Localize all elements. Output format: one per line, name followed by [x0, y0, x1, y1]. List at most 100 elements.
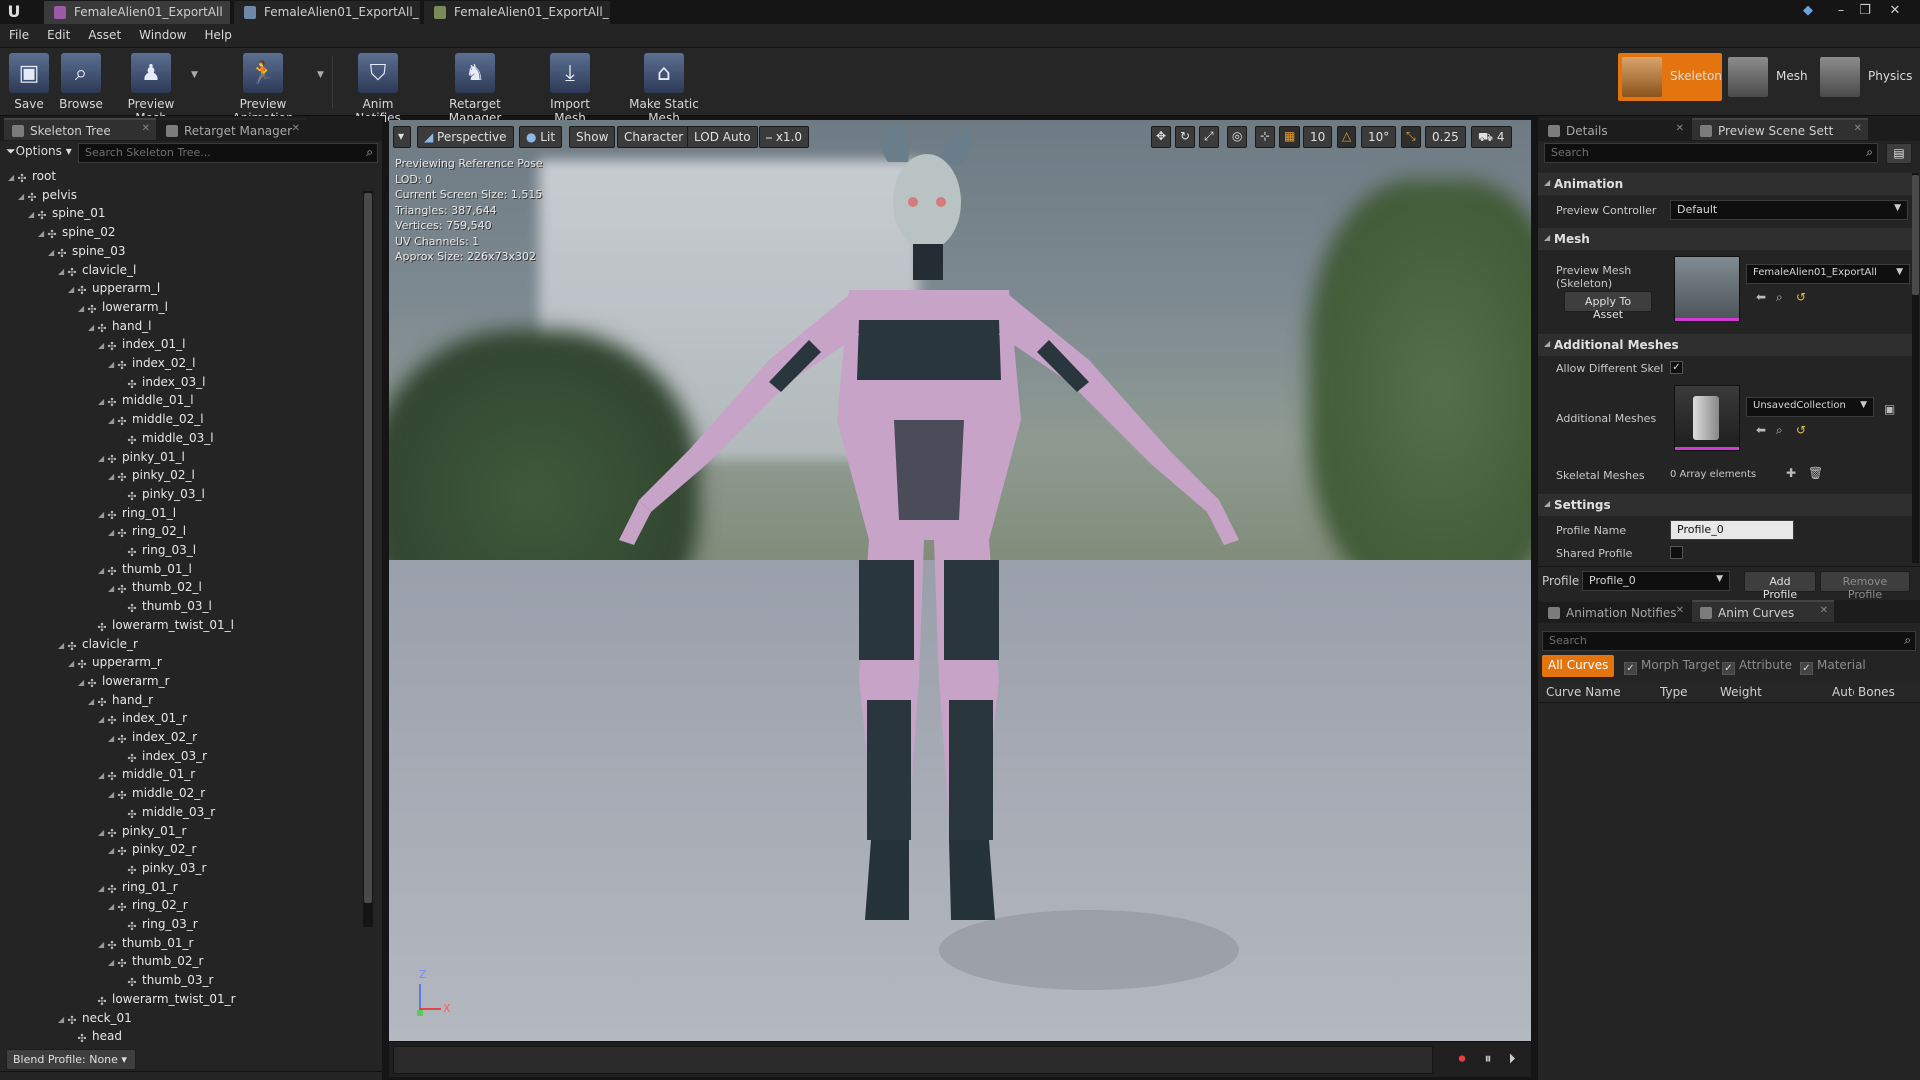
tab-preview-scene-settings[interactable]: Preview Scene Sett ✕	[1692, 118, 1868, 140]
expand-arrow-icon[interactable]: ◢	[28, 210, 36, 219]
attribute-checkbox[interactable]: ✓	[1722, 662, 1735, 675]
scale-snap-icon[interactable]: ⤡	[1401, 126, 1421, 148]
expand-arrow-icon[interactable]: ◢	[78, 678, 86, 687]
expand-arrow-icon[interactable]: ◢	[108, 902, 116, 911]
bone-tree-row[interactable]: ◢ ✣ index_02_r	[108, 730, 197, 748]
expand-arrow-icon[interactable]: ◢	[58, 267, 66, 276]
bone-tree-row[interactable]: ✣ ring_03_r	[118, 917, 197, 935]
add-element-icon[interactable]: ✚	[1786, 466, 1796, 480]
expand-arrow-icon[interactable]: ◢	[108, 958, 116, 967]
column-weight[interactable]: Weight	[1720, 685, 1762, 699]
bone-tree-row[interactable]: ◢ ✣ spine_01	[28, 206, 105, 224]
bone-tree-row[interactable]: ◢ ✣ pinky_01_r	[98, 824, 186, 842]
browse-asset-icon[interactable]: ⌕	[1776, 423, 1783, 438]
step-forward-button[interactable]: ⏵	[1503, 1050, 1521, 1068]
add-profile-button[interactable]: Add Profile	[1744, 571, 1816, 601]
close-tab-icon[interactable]: ✕	[142, 123, 150, 134]
bone-tree-row[interactable]: ◢ ✣ index_01_r	[98, 711, 187, 729]
bone-tree-row[interactable]: ◢ ✣ spine_02	[38, 225, 115, 243]
expand-arrow-icon[interactable]: ◢	[38, 229, 46, 238]
expand-arrow-icon[interactable]: ◢	[108, 790, 116, 799]
profile-name-input[interactable]: Profile_0	[1670, 520, 1794, 540]
bone-tree-row[interactable]: ◢ ✣ clavicle_r	[58, 637, 138, 655]
expand-arrow-icon[interactable]: ◢	[88, 323, 96, 332]
expand-arrow-icon[interactable]: ◢	[98, 940, 106, 949]
bone-tree-row[interactable]: ✣ pinky_03_l	[118, 487, 204, 505]
bone-tree-row[interactable]: ✣ lowerarm_twist_01_l	[88, 618, 234, 636]
bone-tree-row[interactable]: ◢ ✣ ring_01_r	[98, 880, 178, 898]
expand-arrow-icon[interactable]: ◢	[98, 454, 106, 463]
bone-tree-row[interactable]: ✣ lowerarm_twist_01_r	[88, 992, 235, 1010]
bone-tree-row[interactable]: ✣ middle_03_l	[118, 431, 213, 449]
scrollbar-thumb[interactable]	[364, 193, 372, 903]
bone-tree-row[interactable]: ◢ ✣ clavicle_l	[58, 263, 136, 281]
bone-tree-row[interactable]: ◢ ✣ spine_03	[48, 244, 125, 262]
details-search-input[interactable]: Search ⌕	[1544, 143, 1878, 163]
curves-search-input[interactable]: Search ⌕	[1542, 631, 1916, 651]
tab-animation-notifies[interactable]: Animation Notifies ✕	[1540, 600, 1690, 622]
import-mesh-button[interactable]: ⤓ Import Mesh	[534, 50, 606, 125]
bone-tree-row[interactable]: ✣ head	[68, 1029, 122, 1047]
expand-arrow-icon[interactable]: ◢	[108, 416, 116, 425]
bone-tree-row[interactable]: ◢ ✣ middle_02_l	[108, 412, 204, 430]
expand-arrow-icon[interactable]: ◢	[68, 285, 76, 294]
expand-arrow-icon[interactable]: ◢	[108, 528, 116, 537]
bone-tree-row[interactable]: ◢ ✣ pinky_02_l	[108, 468, 195, 486]
perspective-button[interactable]: ◢ Perspective	[417, 126, 514, 148]
browse-button[interactable]: ⌕ Browse	[56, 50, 106, 112]
blend-profile-dropdown[interactable]: Blend Profile: None ▾	[6, 1049, 136, 1070]
shared-profile-checkbox[interactable]	[1670, 546, 1683, 559]
browse-asset-icon[interactable]: ⌕	[1776, 290, 1783, 305]
document-tab-3[interactable]: FemaleAlien01_ExportAll_	[424, 1, 610, 24]
minimize-button[interactable]: –	[1830, 2, 1852, 20]
expand-arrow-icon[interactable]: ◢	[68, 659, 76, 668]
preview-mesh-thumbnail[interactable]	[1674, 256, 1740, 322]
mode-mesh-button[interactable]: Mesh	[1724, 53, 1808, 101]
preview-animation-dropdown-icon[interactable]: ▼	[317, 70, 324, 80]
viewport-options-button[interactable]: ▾	[393, 126, 411, 148]
reset-arrow-icon[interactable]: ↺	[1796, 290, 1806, 304]
bone-tree-row[interactable]: ◢ ✣ upperarm_r	[68, 655, 162, 673]
expand-arrow-icon[interactable]: ◢	[98, 397, 106, 406]
character-model[interactable]	[389, 120, 1531, 1041]
expand-arrow-icon[interactable]: ◢	[108, 360, 116, 369]
expand-arrow-icon[interactable]: ◢	[108, 584, 116, 593]
tab-anim-curves[interactable]: Anim Curves ✕	[1692, 600, 1834, 622]
lod-button[interactable]: LOD Auto	[687, 126, 758, 148]
column-type[interactable]: Type	[1660, 685, 1688, 699]
bone-tree-row[interactable]: ◢ ✣ pelvis	[18, 188, 77, 206]
close-tab-icon[interactable]: ✕	[1820, 605, 1828, 616]
mode-skeleton-button[interactable]: Skeleton	[1618, 53, 1722, 101]
category-mesh[interactable]: ◢ Mesh	[1538, 228, 1918, 250]
scrollbar-thumb[interactable]	[1912, 175, 1919, 295]
bone-tree-scrollbar[interactable]	[363, 191, 373, 927]
close-button[interactable]: ✕	[1884, 2, 1906, 20]
timeline-track[interactable]	[393, 1046, 1433, 1074]
expand-arrow-icon[interactable]: ◢	[98, 884, 106, 893]
preview-mesh-dropdown-icon[interactable]: ▼	[191, 70, 198, 80]
skeleton-search-input[interactable]: Search Skeleton Tree... ⌕	[78, 143, 378, 163]
column-auto[interactable]: Auto	[1832, 685, 1854, 699]
save-button[interactable]: ▣ Save	[8, 50, 50, 112]
bone-tree-row[interactable]: ◢ ✣ pinky_02_r	[108, 842, 196, 860]
expand-arrow-icon[interactable]: ◢	[98, 715, 106, 724]
column-bones[interactable]: Bones	[1858, 685, 1895, 699]
expand-arrow-icon[interactable]: ◢	[98, 510, 106, 519]
anim-notifies-button[interactable]: ⛉Anim Notifies	[340, 50, 416, 125]
bone-tree-row[interactable]: ◢ ✣ middle_01_r	[98, 767, 195, 785]
make-static-mesh-button[interactable]: ⌂ Make Static Mesh	[614, 50, 714, 125]
reset-arrow-icon[interactable]: ↺	[1796, 423, 1806, 437]
bone-tree-row[interactable]: ◢ ✣ middle_01_l	[98, 393, 194, 411]
allow-different-skeletons-checkbox[interactable]: ✓	[1670, 361, 1683, 374]
bone-tree-row[interactable]: ◢ ✣ lowerarm_r	[78, 674, 170, 692]
options-button[interactable]: ⏷Options ▾	[6, 144, 72, 159]
close-tab-icon[interactable]: ✕	[1854, 123, 1862, 134]
expand-arrow-icon[interactable]: ◢	[108, 472, 116, 481]
menu-help[interactable]: Help	[195, 24, 240, 46]
material-checkbox[interactable]: ✓	[1800, 662, 1813, 675]
column-curve-name[interactable]: Curve Name	[1546, 685, 1621, 699]
playback-speed-button[interactable]: ⎯ x1.0	[759, 126, 810, 148]
expand-arrow-icon[interactable]: ◢	[8, 173, 16, 182]
bone-tree-row[interactable]: ◢ ✣ thumb_01_r	[98, 936, 193, 954]
bone-tree-row[interactable]: ◢ ✣ pinky_01_l	[98, 450, 185, 468]
